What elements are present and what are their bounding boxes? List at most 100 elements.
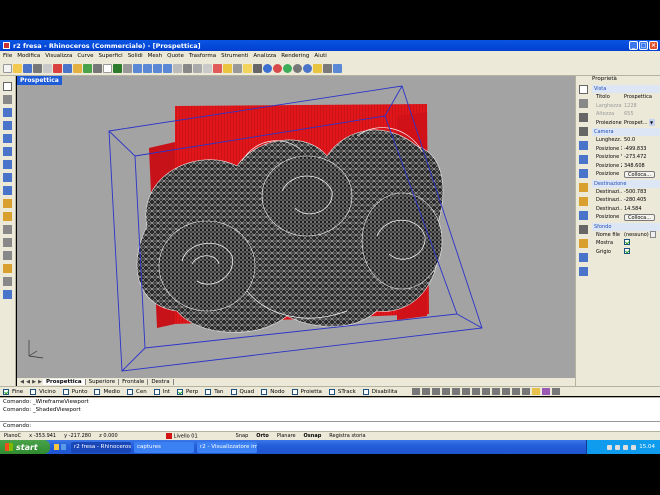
osnap-quad-checkbox[interactable] <box>230 388 237 395</box>
boolean-icon[interactable] <box>3 264 12 273</box>
osnap-perp-checkbox[interactable] <box>176 388 183 395</box>
planare-toggle[interactable]: Planare <box>273 433 300 439</box>
osnap-disabilita-checkbox[interactable] <box>362 388 369 395</box>
osnap-proietta-checkbox[interactable] <box>291 388 298 395</box>
minimize-button[interactable]: _ <box>629 41 638 50</box>
save-icon[interactable] <box>23 63 32 73</box>
titolo-value[interactable]: Prospettica <box>622 94 660 100</box>
osnap-tool-11-icon[interactable] <box>512 388 521 395</box>
osnap-tool-9-icon[interactable] <box>492 388 501 395</box>
menu-solidi[interactable]: Solidi <box>128 53 143 59</box>
tray-icon[interactable] <box>631 444 637 450</box>
section-vista[interactable]: Vista <box>592 85 660 93</box>
surface-tool-icon[interactable] <box>578 141 588 150</box>
menu-rendering[interactable]: Rendering <box>281 53 309 59</box>
osnap-tool-10-icon[interactable] <box>502 388 511 395</box>
pan-icon[interactable] <box>113 63 122 73</box>
tab-superiore[interactable]: Superiore <box>86 379 120 385</box>
line-icon[interactable] <box>3 108 12 117</box>
help-icon[interactable] <box>333 63 342 73</box>
cplane-label[interactable]: PianoC <box>0 433 25 439</box>
quick-launch-icon[interactable] <box>54 444 59 450</box>
lunghezza-value[interactable]: 50.0 <box>622 137 660 143</box>
tab-destra[interactable]: Destra <box>148 379 174 385</box>
task-rhinoceros[interactable]: r2 fresa - Rhinoceros ... <box>71 441 131 453</box>
menu-trasforma[interactable]: Trasforma <box>189 53 216 59</box>
layer-icon[interactable] <box>223 63 232 73</box>
box-tool-icon[interactable] <box>578 169 588 178</box>
ghosted-icon[interactable] <box>293 63 302 73</box>
arc-icon[interactable] <box>3 160 12 169</box>
line-tool-icon[interactable] <box>578 99 588 108</box>
cplane-icon[interactable] <box>193 63 202 73</box>
menu-analizza[interactable]: Analizza <box>253 53 276 59</box>
light-icon[interactable] <box>243 63 252 73</box>
browse-file-button[interactable] <box>649 231 656 239</box>
osnap-vicino-checkbox[interactable] <box>30 388 37 395</box>
circle-icon[interactable] <box>3 147 12 156</box>
task-captures[interactable]: captures <box>134 441 194 453</box>
osnap-tool-6-icon[interactable] <box>462 388 471 395</box>
revolve-tool-icon[interactable] <box>578 211 588 220</box>
osnap-punto-checkbox[interactable] <box>62 388 69 395</box>
osnap-tool-7-icon[interactable] <box>472 388 481 395</box>
zoom-icon[interactable] <box>133 63 142 73</box>
section-sfondo[interactable]: Sfondo <box>592 222 660 231</box>
desty-value[interactable]: -280.405 <box>622 197 660 203</box>
maximize-button[interactable]: □ <box>639 41 648 50</box>
osnap-fine-checkbox[interactable] <box>3 388 9 395</box>
loft-tool-icon[interactable] <box>578 183 588 192</box>
posz-value[interactable]: 348.608 <box>622 163 660 169</box>
grigio-checkbox[interactable] <box>624 247 630 254</box>
osnap-nodo-checkbox[interactable] <box>261 388 268 395</box>
transform-icon[interactable] <box>3 251 12 260</box>
open-file-icon[interactable] <box>13 63 22 73</box>
dimension-icon[interactable] <box>3 238 12 247</box>
osnap-cen-checkbox[interactable] <box>126 388 133 395</box>
menu-visualizza[interactable]: Visualizza <box>45 53 72 59</box>
tray-icon[interactable] <box>615 444 621 450</box>
menu-strumenti[interactable]: Strumenti <box>221 53 248 59</box>
title-bar[interactable]: r2 fresa - Rhinoceros (Commerciale) - [P… <box>0 40 660 51</box>
print-icon[interactable] <box>33 63 42 73</box>
four-views-icon[interactable] <box>183 63 192 73</box>
command-prompt[interactable]: Comando: <box>0 421 660 431</box>
osnap-tool-2-icon[interactable] <box>422 388 431 395</box>
colloca-target-button[interactable]: Colloca... <box>624 213 655 221</box>
osnap-tool-3-icon[interactable] <box>432 388 441 395</box>
orto-toggle[interactable]: Orto <box>252 433 273 439</box>
render-icon[interactable] <box>283 63 292 73</box>
wireframe-icon[interactable] <box>253 63 262 73</box>
curve-icon[interactable] <box>3 134 12 143</box>
clock[interactable]: 15.04 <box>639 444 655 450</box>
select-tool-icon[interactable] <box>578 85 588 94</box>
mesh-icon[interactable] <box>3 225 12 234</box>
rendered-icon[interactable] <box>273 63 282 73</box>
section-destinazione[interactable]: Destinazione <box>592 179 660 188</box>
destz-value[interactable]: 14.584 <box>622 206 660 212</box>
import-icon[interactable] <box>43 63 52 73</box>
material-tool-icon[interactable] <box>542 388 551 395</box>
perspective-viewport[interactable]: Prospettica <box>17 76 575 378</box>
menu-curve[interactable]: Curve <box>77 53 93 59</box>
array-tool-icon[interactable] <box>578 253 588 262</box>
task-image-viewer[interactable]: r2 - Visualizzatore im... <box>197 441 257 453</box>
viewport-title[interactable]: Prospettica <box>17 76 62 85</box>
osnap-tool-12-icon[interactable] <box>522 388 531 395</box>
osnap-strack-checkbox[interactable] <box>328 388 335 395</box>
menu-mesh[interactable]: Mesh <box>148 53 162 59</box>
nomefile-value[interactable]: (nessuno) <box>624 232 649 238</box>
osnap-tan-checkbox[interactable] <box>205 388 212 395</box>
rectangle-icon[interactable] <box>3 186 12 195</box>
text-tool-icon[interactable] <box>578 239 588 248</box>
shaded-icon[interactable] <box>263 63 272 73</box>
rotate-view-icon[interactable] <box>123 63 132 73</box>
select-icon[interactable] <box>103 63 112 73</box>
redo-icon[interactable] <box>93 63 102 73</box>
car-icon[interactable] <box>213 63 222 73</box>
solid-icon[interactable] <box>3 212 12 221</box>
tray-icon[interactable] <box>607 444 613 450</box>
mirror-tool-icon[interactable] <box>578 267 588 276</box>
osnap-medio-checkbox[interactable] <box>94 388 101 395</box>
registra-storia-toggle[interactable]: Registra storia <box>325 433 369 439</box>
